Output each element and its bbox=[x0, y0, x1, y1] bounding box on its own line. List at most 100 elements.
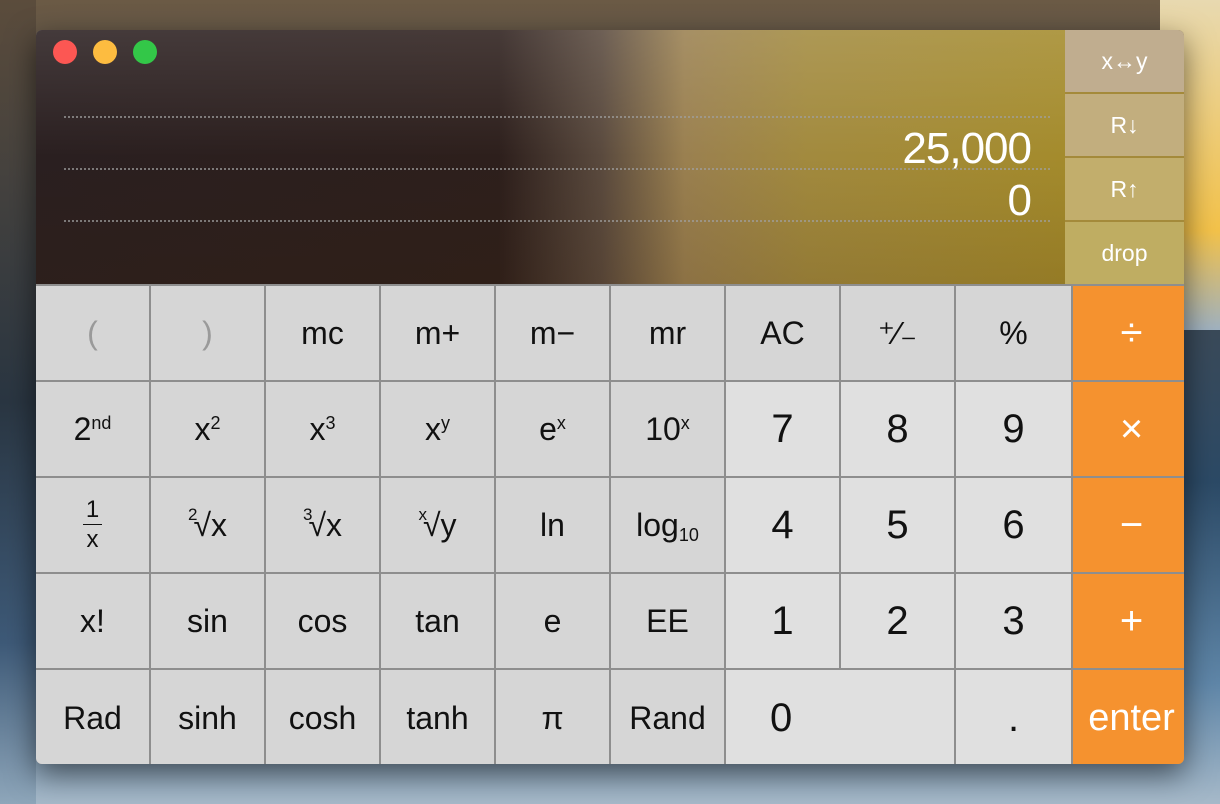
root-index: x bbox=[418, 505, 427, 524]
keypad: () mc m+ m− mr AC ⁺∕₋% ÷ 2nd x 2 x 3 x y e x 10 x 7 8 9 × 1 x 2 √x… bbox=[36, 284, 1184, 764]
superscript: 3 bbox=[325, 413, 336, 433]
one-key[interactable]: 1 bbox=[726, 574, 839, 668]
key-label: x bbox=[425, 410, 441, 447]
key-label: sin bbox=[187, 602, 228, 639]
minimize-button[interactable] bbox=[93, 40, 117, 64]
key-label: × bbox=[1119, 406, 1144, 451]
m-plus-key[interactable]: m+ bbox=[381, 286, 494, 380]
nine-key[interactable]: 9 bbox=[956, 382, 1071, 476]
drop-button[interactable]: drop bbox=[1065, 222, 1184, 284]
key-label: x bbox=[309, 410, 326, 447]
subscript: 10 bbox=[678, 524, 699, 545]
key-label: enter bbox=[1088, 696, 1175, 739]
six-key[interactable]: 6 bbox=[956, 478, 1071, 572]
cos-key[interactable]: cos bbox=[266, 574, 379, 668]
five-key[interactable]: 5 bbox=[841, 478, 954, 572]
denominator: x bbox=[86, 526, 99, 553]
roll-down-button[interactable]: R↓ bbox=[1065, 94, 1184, 156]
decimal-key[interactable]: . bbox=[956, 670, 1071, 764]
key-label: 2 bbox=[73, 410, 92, 447]
roll-up-button[interactable]: R↑ bbox=[1065, 158, 1184, 220]
key-label: 3 bbox=[1002, 598, 1025, 643]
ac-key[interactable]: AC bbox=[726, 286, 839, 380]
key-label: Rad bbox=[63, 699, 122, 736]
x-cubed-key[interactable]: x3 bbox=[266, 382, 379, 476]
key-label: % bbox=[999, 314, 1028, 351]
ln-key[interactable]: ln bbox=[496, 478, 609, 572]
window-controls bbox=[53, 40, 157, 64]
multiply-key[interactable]: × bbox=[1073, 382, 1184, 476]
key-label: e bbox=[543, 602, 562, 639]
plus-minus-key[interactable]: ⁺∕₋ bbox=[841, 286, 954, 380]
cube-root-key[interactable]: 3 √x bbox=[266, 478, 379, 572]
close-paren-key[interactable]: ) bbox=[151, 286, 264, 380]
cosh-key[interactable]: cosh bbox=[266, 670, 379, 764]
key-label: 8 bbox=[886, 406, 909, 451]
rad-key[interactable]: Rad bbox=[36, 670, 149, 764]
mc-key[interactable]: mc bbox=[266, 286, 379, 380]
x-to-y-key[interactable]: xy bbox=[381, 382, 494, 476]
y-root-x-key[interactable]: x √y bbox=[381, 478, 494, 572]
superscript: y bbox=[441, 413, 450, 433]
ten-to-x-key[interactable]: 10 x bbox=[611, 382, 724, 476]
key-label: 6 bbox=[1002, 502, 1025, 547]
e-key[interactable]: e bbox=[496, 574, 609, 668]
log10-key[interactable]: log 10 bbox=[611, 478, 724, 572]
zero-key[interactable]: 0 bbox=[726, 670, 954, 764]
key-label: Rand bbox=[629, 699, 706, 736]
open-paren-key[interactable]: ( bbox=[36, 286, 149, 380]
factorial-key[interactable]: x! bbox=[36, 574, 149, 668]
ee-key[interactable]: EE bbox=[611, 574, 724, 668]
stack-y-value: 25,000 bbox=[902, 124, 1032, 173]
enter-key[interactable]: enter bbox=[1073, 670, 1184, 764]
eight-key[interactable]: 8 bbox=[841, 382, 954, 476]
key-label: . bbox=[1007, 695, 1020, 740]
second-key[interactable]: 2nd bbox=[36, 382, 149, 476]
key-label: 10 bbox=[645, 410, 681, 447]
key-label: + bbox=[1119, 598, 1144, 643]
key-label: tanh bbox=[406, 699, 469, 736]
rand-key[interactable]: Rand bbox=[611, 670, 724, 764]
close-button[interactable] bbox=[53, 40, 77, 64]
key-label: ⁺∕₋ bbox=[877, 315, 918, 351]
seven-key[interactable]: 7 bbox=[726, 382, 839, 476]
key-label: cosh bbox=[288, 699, 357, 736]
tanh-key[interactable]: tanh bbox=[381, 670, 494, 764]
key-label: 7 bbox=[771, 406, 794, 451]
m-minus-key[interactable]: m− bbox=[496, 286, 609, 380]
superscript: nd bbox=[91, 413, 112, 433]
rpn-display: 25,000 0 bbox=[36, 30, 1065, 284]
key-label: tan bbox=[415, 602, 460, 639]
percent-key[interactable]: % bbox=[956, 286, 1071, 380]
reciprocal-key[interactable]: 1x bbox=[36, 478, 149, 572]
key-label: π bbox=[541, 699, 564, 736]
tan-key[interactable]: tan bbox=[381, 574, 494, 668]
two-key[interactable]: 2 bbox=[841, 574, 954, 668]
four-key[interactable]: 4 bbox=[726, 478, 839, 572]
add-key[interactable]: + bbox=[1073, 574, 1184, 668]
mr-key[interactable]: mr bbox=[611, 286, 724, 380]
e-to-x-key[interactable]: ex bbox=[496, 382, 609, 476]
sin-key[interactable]: sin bbox=[151, 574, 264, 668]
swap-xy-button[interactable]: x↔y bbox=[1065, 30, 1184, 92]
key-label: 0 bbox=[770, 695, 793, 740]
key-label: mc bbox=[301, 314, 344, 351]
subtract-key[interactable]: − bbox=[1073, 478, 1184, 572]
square-root-key[interactable]: 2 √x bbox=[151, 478, 264, 572]
key-label: x bbox=[194, 410, 211, 447]
pi-key[interactable]: π bbox=[496, 670, 609, 764]
key-label: cos bbox=[297, 602, 348, 639]
divide-key[interactable]: ÷ bbox=[1073, 286, 1184, 380]
key-label: EE bbox=[646, 602, 689, 639]
superscript: x bbox=[680, 413, 690, 433]
calculator-window: 25,000 0 x↔y R↓ R↑ drop () mc m+ m− mr AC ⁺∕₋%… bbox=[36, 30, 1184, 764]
key-label: log bbox=[636, 506, 679, 543]
superscript: x bbox=[556, 413, 566, 433]
key-label: sinh bbox=[178, 699, 237, 736]
zoom-button[interactable] bbox=[133, 40, 157, 64]
key-label: ( bbox=[87, 314, 98, 351]
sinh-key[interactable]: sinh bbox=[151, 670, 264, 764]
key-label: x! bbox=[80, 602, 105, 639]
x-squared-key[interactable]: x2 bbox=[151, 382, 264, 476]
three-key[interactable]: 3 bbox=[956, 574, 1071, 668]
